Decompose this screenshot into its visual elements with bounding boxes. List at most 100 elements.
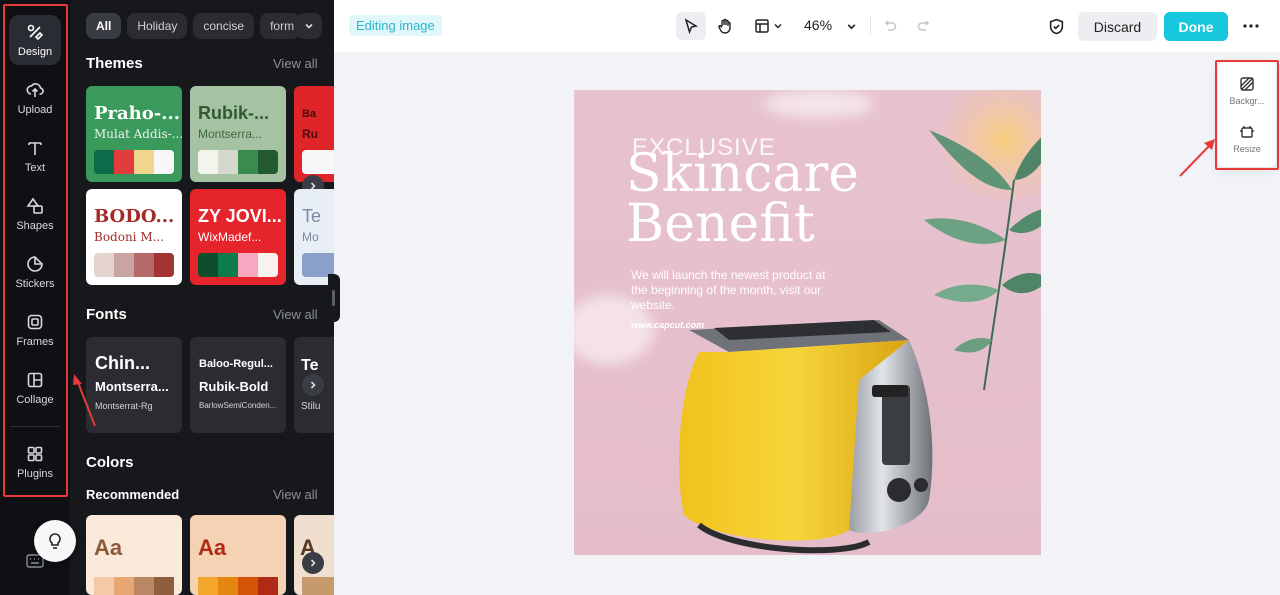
cursor-icon — [684, 18, 698, 34]
colors-scroll-next[interactable] — [302, 552, 324, 574]
done-button[interactable]: Done — [1164, 12, 1228, 41]
hand-tool-button[interactable] — [711, 12, 739, 40]
lightbulb-icon — [49, 533, 61, 549]
rail-item-text[interactable]: Text — [9, 131, 61, 181]
chevron-down-icon — [847, 23, 855, 29]
chevron-down-icon — [773, 23, 782, 29]
font-line3: Montserrat-Rg — [95, 401, 153, 411]
font-line2: Rubik-Bold — [199, 379, 269, 394]
theme-card-zyjovi[interactable]: ZY JOVI... WixMadef... — [190, 189, 286, 285]
themes-view-all[interactable]: View all — [273, 56, 318, 71]
theme-card-partial-1[interactable]: Ba Ru — [294, 86, 334, 182]
cloud-decoration — [764, 90, 874, 118]
rail-divider — [10, 426, 60, 427]
chip-form[interactable]: form — [260, 13, 301, 39]
design-heading-line2[interactable]: Benefit — [626, 198, 815, 250]
color-swatches — [94, 577, 174, 595]
select-tool-button[interactable] — [676, 12, 706, 40]
design-artboard[interactable]: EXCLUSIVE Skincare Benefit We will launc… — [574, 90, 1041, 555]
color-aa: Aa — [198, 535, 227, 560]
theme-card-praho[interactable]: Praho-... Mulat Addis-... — [86, 86, 182, 182]
colors-title: Colors — [86, 454, 134, 471]
chip-holiday[interactable]: Holiday — [127, 13, 188, 39]
theme-name: Praho-... — [94, 103, 181, 124]
discard-button[interactable]: Discard — [1078, 12, 1157, 41]
rail-item-upload[interactable]: Upload — [9, 73, 61, 123]
text-icon — [28, 141, 42, 155]
left-rail: Design Upload Text Shapes Stickers Frame… — [0, 0, 70, 595]
theme-swatches — [94, 253, 174, 277]
highlight-box-float — [1215, 60, 1279, 170]
chips-more-button[interactable] — [296, 13, 322, 39]
fonts-view-all[interactable]: View all — [273, 307, 318, 322]
theme-name: BODO... — [94, 206, 175, 227]
shield-button[interactable] — [1045, 12, 1067, 40]
colors-view-all[interactable]: View all — [273, 487, 318, 502]
editing-image-badge: Editing image — [349, 15, 442, 36]
theme-name: Rubik-... — [198, 103, 269, 123]
redo-icon — [917, 20, 930, 31]
colors-recommended: Recommended — [86, 487, 180, 502]
chevron-right-icon — [310, 559, 316, 567]
color-swatches — [302, 577, 334, 595]
design-heading-line1[interactable]: Skincare — [626, 148, 859, 200]
rail-item-design[interactable]: Design — [9, 15, 61, 65]
collage-icon — [27, 372, 43, 387]
rail-label-stickers: Stickers — [15, 277, 55, 290]
theme-card-rubik[interactable]: Rubik-... Montserra... — [190, 86, 286, 182]
fonts-title: Fonts — [86, 306, 127, 323]
panel-collapse-handle[interactable] — [328, 274, 340, 322]
color-card-2[interactable]: Aa — [190, 515, 286, 595]
theme-card-bodoni[interactable]: BODO... Bodoni M... — [86, 189, 182, 285]
more-options-button[interactable] — [1240, 14, 1262, 38]
more-horizontal-icon — [1243, 24, 1259, 28]
rail-item-frames[interactable]: Frames — [9, 305, 61, 355]
theme-name: Ba — [302, 108, 317, 120]
theme-name: Te — [302, 206, 322, 226]
design-panel: All Holiday concise form Themes View all… — [70, 0, 334, 595]
shapes-icon — [26, 197, 43, 214]
rail-label-design: Design — [17, 45, 53, 58]
redo-button[interactable] — [913, 12, 935, 40]
rail-label-upload: Upload — [17, 103, 53, 116]
theme-swatches — [198, 253, 278, 277]
font-line3: BarlowSemiConden... — [199, 401, 277, 410]
zoom-level[interactable]: 46% — [804, 17, 832, 33]
color-card-1[interactable]: Aa — [86, 515, 182, 595]
rail-label-collage: Collage — [16, 393, 54, 406]
rail-item-shapes[interactable]: Shapes — [9, 189, 61, 239]
theme-font: Mulat Addis-... — [94, 127, 182, 141]
theme-card-partial-2[interactable]: Te Mo — [294, 189, 334, 285]
font-card-chin[interactable]: Chin... Montserra... Montserrat-Rg — [86, 337, 182, 433]
theme-name: ZY JOVI... — [198, 206, 282, 226]
layout-menu-button[interactable] — [748, 12, 788, 40]
toaster-image[interactable] — [669, 300, 944, 555]
themes-title: Themes — [86, 55, 143, 72]
upload-icon — [26, 82, 44, 97]
stickers-icon — [27, 255, 43, 272]
rail-item-stickers[interactable]: Stickers — [9, 247, 61, 297]
undo-button[interactable] — [879, 12, 901, 40]
font-line1: Baloo-Regul... — [199, 358, 273, 370]
font-card-baloo[interactable]: Baloo-Regul... Rubik-Bold BarlowSemiCond… — [190, 337, 286, 433]
zoom-dropdown-button[interactable] — [842, 12, 860, 40]
chip-concise[interactable]: concise — [193, 13, 255, 39]
theme-font: Montserra... — [198, 127, 263, 141]
shield-check-icon — [1049, 18, 1063, 34]
hand-icon — [718, 18, 731, 34]
fonts-scroll-next[interactable] — [302, 374, 324, 396]
tips-button[interactable] — [34, 520, 76, 562]
filter-chips: All Holiday concise form — [86, 13, 301, 39]
plugins-icon — [27, 446, 43, 461]
font-line1: Te — [301, 357, 319, 374]
top-toolbar: Editing image 46% Discard Done — [334, 0, 1280, 52]
chip-all[interactable]: All — [86, 13, 122, 39]
design-icon — [27, 24, 44, 40]
chevron-right-icon — [310, 381, 316, 389]
theme-font: Bodoni M... — [94, 230, 165, 244]
rail-item-collage[interactable]: Collage — [9, 363, 61, 413]
theme-swatches — [94, 150, 174, 174]
rail-item-plugins[interactable]: Plugins — [9, 437, 61, 487]
font-line1: Chin... — [95, 353, 150, 373]
chevron-down-icon — [305, 23, 313, 29]
